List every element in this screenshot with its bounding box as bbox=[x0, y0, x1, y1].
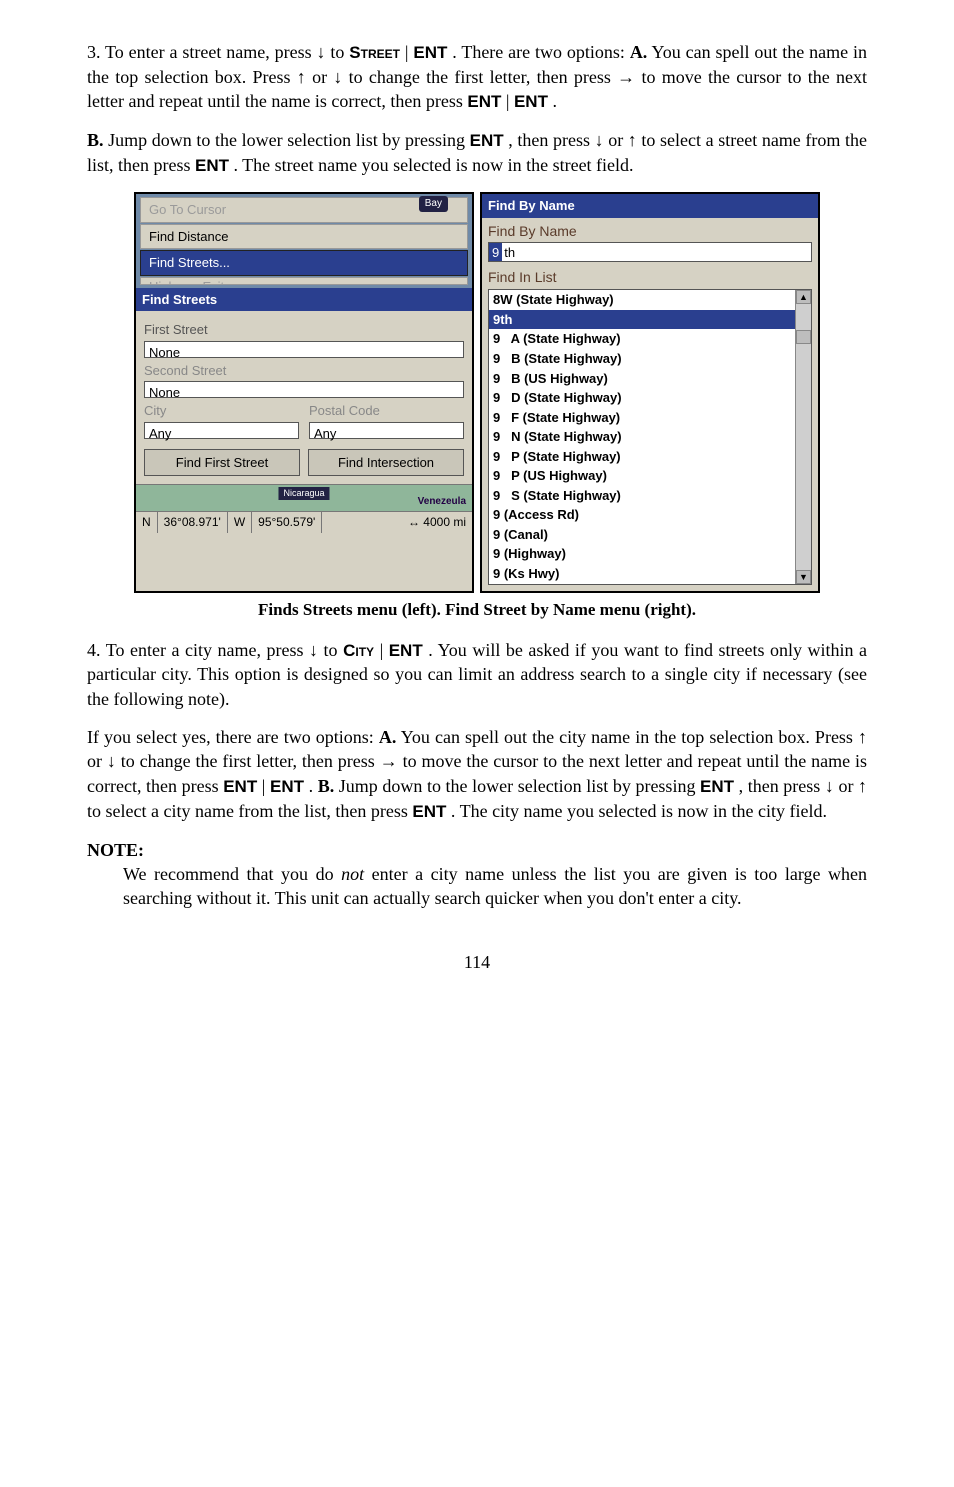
venezuela-label: Venezeula bbox=[418, 495, 466, 509]
para-city-options: If you select yes, there are two options… bbox=[87, 725, 867, 823]
pipe: | bbox=[405, 42, 409, 62]
status-n: N bbox=[136, 512, 158, 532]
list-item[interactable]: 9 (Canal) bbox=[489, 525, 811, 545]
para-street-entry: 3. To enter a street name, press ↓ to St… bbox=[87, 40, 867, 114]
find-intersection-button[interactable]: Find Intersection bbox=[308, 449, 464, 477]
list-item[interactable]: 9 S (State Highway) bbox=[489, 486, 811, 506]
key-ent: ENT bbox=[467, 92, 501, 111]
map-menu-area: Bay Go To Cursor Find Distance Find Stre… bbox=[136, 194, 472, 288]
find-streets-panel: Bay Go To Cursor Find Distance Find Stre… bbox=[134, 192, 474, 593]
pipe: | bbox=[506, 91, 510, 111]
text: If you select yes, there are two options… bbox=[87, 727, 379, 747]
find-first-street-button[interactable]: Find First Street bbox=[144, 449, 300, 477]
option-a-label: A. bbox=[379, 727, 397, 747]
key-ent: ENT bbox=[700, 777, 734, 796]
name-entry-selected-char: 9 bbox=[489, 243, 502, 261]
find-by-name-titlebar: Find By Name bbox=[482, 194, 818, 218]
menu-highway-exits[interactable]: Highway Exits bbox=[140, 277, 468, 285]
status-bar: N 36°08.971' W 95°50.579' ↔ 4000 mi bbox=[136, 511, 472, 532]
first-street-field[interactable]: None bbox=[144, 341, 464, 358]
para-option-b: B. Jump down to the lower selection list… bbox=[87, 128, 867, 178]
key-ent: ENT bbox=[470, 131, 504, 150]
text: . The street name you selected is now in… bbox=[234, 155, 634, 175]
list-item[interactable]: 9 (Highway) bbox=[489, 544, 811, 564]
figure-caption: Finds Streets menu (left). Find Street b… bbox=[87, 599, 867, 622]
find-streets-form: First Street None Second Street None Cit… bbox=[136, 311, 472, 480]
postal-label: Postal Code bbox=[309, 402, 464, 420]
figure-row: Bay Go To Cursor Find Distance Find Stre… bbox=[87, 192, 867, 593]
name-entry-rest: th bbox=[502, 244, 517, 262]
name-entry-field[interactable]: 9 th bbox=[488, 242, 812, 262]
pipe: | bbox=[262, 776, 266, 796]
text: . bbox=[552, 91, 557, 111]
list-item[interactable]: 9 B (State Highway) bbox=[489, 349, 811, 369]
list-item[interactable]: 9 (Access Rd) bbox=[489, 505, 811, 525]
list-item[interactable]: 9th bbox=[489, 310, 811, 330]
key-ent: ENT bbox=[412, 802, 446, 821]
postal-field[interactable]: Any bbox=[309, 422, 464, 439]
option-b-label: B. bbox=[87, 130, 104, 150]
para-city-entry: 4. To enter a city name, press ↓ to City… bbox=[87, 638, 867, 712]
menu-find-streets[interactable]: Find Streets... bbox=[140, 250, 468, 276]
city-label: City bbox=[144, 402, 299, 420]
text: . There are two options: bbox=[452, 42, 630, 62]
text: . The city name you selected is now in t… bbox=[451, 801, 827, 821]
list-item[interactable]: 9 (Ks Hwy) bbox=[489, 564, 811, 584]
key-city: City bbox=[343, 641, 374, 660]
page-number: 114 bbox=[87, 950, 867, 974]
status-scale: ↔ 4000 mi bbox=[402, 512, 472, 532]
status-lon: 95°50.579' bbox=[252, 512, 322, 532]
second-street-label: Second Street bbox=[144, 362, 464, 380]
find-streets-titlebar: Find Streets bbox=[136, 288, 472, 312]
option-b-label: B. bbox=[318, 776, 335, 796]
find-by-name-panel: Find By Name Find By Name 9 th Find In L… bbox=[480, 192, 820, 593]
text: We recommend that you do bbox=[123, 864, 341, 884]
list-item[interactable]: 9 A (State Highway) bbox=[489, 329, 811, 349]
nicaragua-label: Nicaragua bbox=[278, 487, 329, 499]
text: Jump down to the lower selection list by… bbox=[339, 776, 700, 796]
menu-find-distance[interactable]: Find Distance bbox=[140, 224, 468, 250]
list-item[interactable]: 9 B (US Highway) bbox=[489, 369, 811, 389]
map-strip: Nicaragua Venezeula bbox=[136, 484, 472, 511]
find-by-name-subtitle: Find By Name bbox=[482, 218, 818, 243]
scrollbar[interactable]: ▲ ▼ bbox=[795, 290, 811, 583]
scroll-up-icon[interactable]: ▲ bbox=[796, 290, 811, 304]
list-item[interactable]: 9 F (State Highway) bbox=[489, 408, 811, 428]
text: 3. To enter a street name, press ↓ to bbox=[87, 42, 349, 62]
find-in-list-label: Find In List bbox=[482, 266, 818, 289]
first-street-label: First Street bbox=[144, 321, 464, 339]
note-not: not bbox=[341, 864, 364, 884]
scroll-down-icon[interactable]: ▼ bbox=[796, 570, 811, 584]
key-ent: ENT bbox=[413, 43, 447, 62]
note-body: We recommend that you do not enter a cit… bbox=[123, 862, 867, 911]
key-ent: ENT bbox=[270, 777, 304, 796]
key-street: Street bbox=[349, 43, 400, 62]
city-field[interactable]: Any bbox=[144, 422, 299, 439]
text: Jump down to the lower selection list by… bbox=[108, 130, 469, 150]
key-ent: ENT bbox=[195, 156, 229, 175]
list-item[interactable]: 9 P (US Highway) bbox=[489, 466, 811, 486]
key-ent: ENT bbox=[223, 777, 257, 796]
text: . bbox=[309, 776, 318, 796]
key-ent: ENT bbox=[514, 92, 548, 111]
list-item[interactable]: 8W (State Highway) bbox=[489, 290, 811, 310]
status-w: W bbox=[228, 512, 252, 532]
text: 4. To enter a city name, press ↓ to bbox=[87, 640, 343, 660]
list-item[interactable]: 9 P (State Highway) bbox=[489, 447, 811, 467]
street-list[interactable]: 8W (State Highway)9th9 A (State Highway)… bbox=[488, 289, 812, 584]
key-ent: ENT bbox=[389, 641, 423, 660]
scroll-thumb[interactable] bbox=[796, 330, 811, 344]
option-a-label: A. bbox=[630, 42, 648, 62]
list-item[interactable]: 9 N (State Highway) bbox=[489, 427, 811, 447]
bay-label: Bay bbox=[419, 196, 448, 212]
note-heading: NOTE: bbox=[87, 838, 867, 862]
list-item[interactable]: 9 D (State Highway) bbox=[489, 388, 811, 408]
status-lat: 36°08.971' bbox=[158, 512, 228, 532]
pipe: | bbox=[380, 640, 384, 660]
second-street-field[interactable]: None bbox=[144, 381, 464, 398]
